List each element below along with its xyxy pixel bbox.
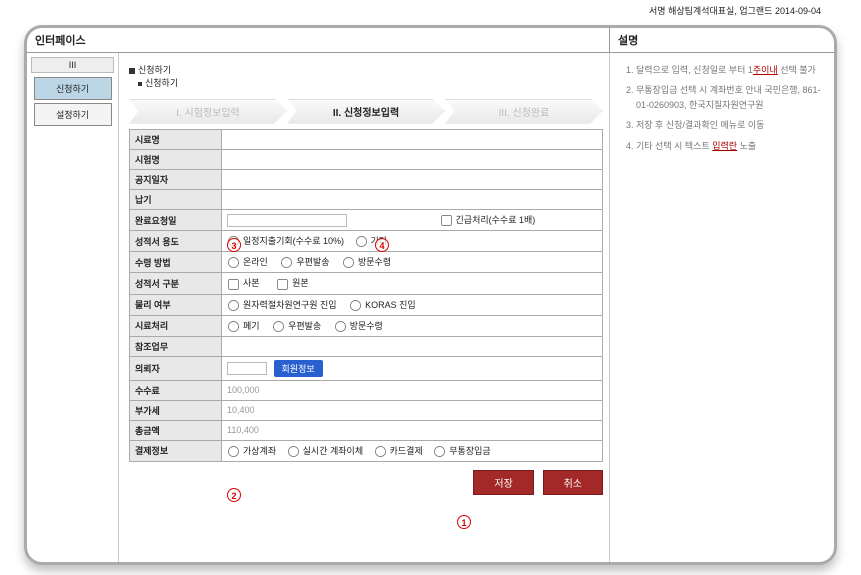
desc-item-1: 달력으로 입력, 신청일로 부터 1주이내 선택 불가 <box>636 63 824 77</box>
desc-item-4: 기타 선택 시 텍스트 입력란 노출 <box>636 139 824 153</box>
use-rad-1[interactable] <box>228 236 239 247</box>
row-vat: 부가세 <box>130 400 222 420</box>
form-table: 시료명 시험명 공지일자 납기 완료요청일 긴급처리(수수료 1배) 성적서 용… <box>129 129 603 462</box>
sidebar: III 신청하기 설정하기 <box>27 53 119 562</box>
cancel-button[interactable]: 취소 <box>543 470 603 495</box>
desc-item-3: 저장 후 신청/결과확인 메뉴로 이동 <box>636 118 824 132</box>
sp-mail[interactable] <box>273 321 284 332</box>
step-bar: I. 시험정보입력 II. 신청정보입력 III. 신청완료 <box>129 99 603 123</box>
desc-item-2: 무통장입금 선택 시 계좌번호 안내 국민은행, 861-01-0260903,… <box>636 83 824 112</box>
description-panel: 달력으로 입력, 신청일로 부터 1주이내 선택 불가 무통장입금 선택 시 계… <box>609 53 834 562</box>
top-meta: 서명 해상팀계석대표실, 업그랜드 2014-09-04 <box>0 0 861 19</box>
row-total: 총금액 <box>130 420 222 440</box>
total-value: 110,400 <box>222 420 603 440</box>
recv-mail[interactable] <box>281 257 292 268</box>
use-rad-2[interactable] <box>356 236 367 247</box>
main-panel: 신청하기 신청하기 I. 시험정보입력 II. 신청정보입력 III. 신청완료… <box>119 53 609 562</box>
phys-b[interactable] <box>350 300 361 311</box>
row-notice-date: 공지일자 <box>130 170 222 190</box>
member-info-button[interactable]: 회원정보 <box>274 360 323 377</box>
sp-visit[interactable] <box>335 321 346 332</box>
square-icon <box>129 68 135 74</box>
row-requester: 의뢰자 <box>130 356 222 380</box>
recv-visit[interactable] <box>343 257 354 268</box>
row-report-use: 성적서 용도 <box>130 231 222 252</box>
row-sample-name: 시료명 <box>130 130 222 150</box>
recv-online[interactable] <box>228 257 239 268</box>
callout-marker-1: 1 <box>457 515 471 529</box>
pay-virtual[interactable] <box>228 446 239 457</box>
vat-value: 10,400 <box>222 400 603 420</box>
step-1[interactable]: I. 시험정보입력 <box>129 99 287 124</box>
fee-value: 100,000 <box>222 380 603 400</box>
row-receive: 수령 방법 <box>130 252 222 273</box>
pay-card[interactable] <box>375 446 386 457</box>
crumb-1: 신청하기 <box>138 65 171 75</box>
pay-realtime[interactable] <box>288 446 299 457</box>
row-phys: 물리 여부 <box>130 294 222 315</box>
header-row: 인터페이스 설명 <box>27 28 834 53</box>
row-req-date: 완료요청일 <box>130 210 222 231</box>
sp-discard[interactable] <box>228 321 239 332</box>
row-ref: 참조업무 <box>130 336 222 356</box>
row-sample-proc: 시료처리 <box>130 315 222 336</box>
sidebar-tab-3[interactable]: III <box>31 57 114 73</box>
row-test-name: 시험명 <box>130 150 222 170</box>
step-3[interactable]: III. 신청완료 <box>445 99 603 124</box>
sidebar-item-apply[interactable]: 신청하기 <box>34 77 112 100</box>
urgent-label: 긴급처리(수수료 1배) <box>456 215 536 225</box>
action-row: 저장 취소 <box>129 470 603 495</box>
save-button[interactable]: 저장 <box>473 470 533 495</box>
phys-a[interactable] <box>228 300 239 311</box>
type-copy[interactable] <box>228 278 239 289</box>
breadcrumb: 신청하기 신청하기 <box>129 63 603 89</box>
crumb-2: 신청하기 <box>145 78 178 88</box>
row-due: 납기 <box>130 190 222 210</box>
step-2[interactable]: II. 신청정보입력 <box>287 99 445 124</box>
window-frame: 인터페이스 설명 III 신청하기 설정하기 신청하기 신청하기 I. 시험정보… <box>24 25 837 565</box>
sidebar-item-settings[interactable]: 설정하기 <box>34 103 112 126</box>
urgent-checkbox[interactable] <box>440 215 451 226</box>
row-report-type: 성적서 구분 <box>130 273 222 294</box>
square-icon <box>138 82 142 86</box>
body-row: III 신청하기 설정하기 신청하기 신청하기 I. 시험정보입력 II. 신청… <box>27 53 834 562</box>
top-meta-text: 서명 해상팀계석대표실, 업그랜드 2014-09-04 <box>649 4 821 17</box>
header-desc: 설명 <box>609 28 834 52</box>
row-fee: 수수료 <box>130 380 222 400</box>
header-interface: 인터페이스 <box>27 28 609 52</box>
type-orig[interactable] <box>277 278 288 289</box>
pay-deposit[interactable] <box>434 446 445 457</box>
row-payment: 결제정보 <box>130 440 222 461</box>
req-date-input[interactable] <box>227 214 347 227</box>
requester-input[interactable] <box>227 362 267 375</box>
